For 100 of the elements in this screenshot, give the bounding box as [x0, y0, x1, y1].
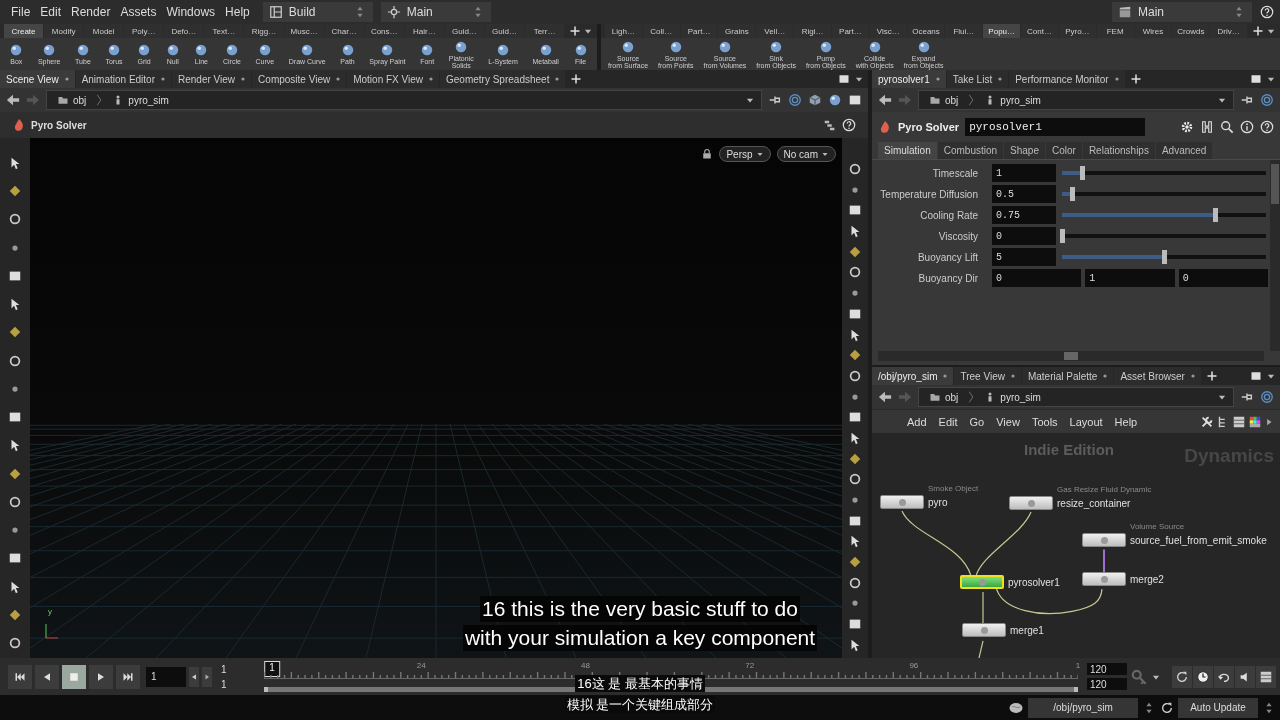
- path-crumb[interactable]: obj: [53, 94, 91, 106]
- caret-icon[interactable]: [821, 150, 829, 158]
- network-node[interactable]: [1082, 533, 1126, 547]
- circle-icon[interactable]: [848, 265, 862, 280]
- circle-icon[interactable]: [848, 575, 862, 590]
- timeline-tool-button[interactable]: [1256, 665, 1276, 688]
- desktop-selector[interactable]: Main: [1112, 2, 1252, 22]
- menu-item[interactable]: Layout: [1064, 415, 1108, 428]
- scrollbar[interactable]: [878, 351, 1264, 361]
- shelf-tab[interactable]: Oceans: [907, 24, 945, 38]
- color-grid-icon[interactable]: [1248, 414, 1262, 429]
- menu-item[interactable]: Render: [66, 5, 116, 19]
- menu-item[interactable]: Add: [902, 415, 932, 428]
- transport-button[interactable]: [62, 664, 86, 689]
- network-node[interactable]: [962, 623, 1006, 637]
- transport-button[interactable]: [8, 664, 32, 689]
- menu-item[interactable]: View: [991, 415, 1025, 428]
- menu-item[interactable]: Windows: [161, 5, 221, 19]
- pane-tab[interactable]: Scene View: [0, 70, 75, 88]
- scrollbar[interactable]: [1270, 160, 1280, 351]
- value-field[interactable]: 1: [992, 164, 1056, 182]
- range-start-field[interactable]: 1: [221, 678, 261, 690]
- transport-button[interactable]: [89, 664, 113, 689]
- target-icon[interactable]: [1260, 390, 1274, 404]
- wrench-icon[interactable]: [1200, 414, 1214, 429]
- path-crumb[interactable]: obj: [925, 94, 963, 106]
- transport-button[interactable]: [116, 664, 140, 689]
- network-path-field[interactable]: /obj/pyro_sim: [1028, 697, 1138, 718]
- desktop-selector[interactable]: Build: [262, 2, 373, 22]
- target-icon[interactable]: [788, 93, 802, 107]
- circle-icon[interactable]: [8, 494, 22, 509]
- parameter-tab[interactable]: Shape: [1004, 142, 1045, 159]
- shelf-tab[interactable]: Rigi…: [794, 24, 831, 38]
- square-icon[interactable]: [848, 93, 862, 107]
- circle-icon[interactable]: [848, 162, 862, 176]
- shelf-tab[interactable]: Cont…: [1021, 24, 1058, 38]
- parameter-tab[interactable]: Simulation: [878, 142, 937, 159]
- circle-icon[interactable]: [848, 368, 862, 383]
- parameter-tab[interactable]: Advanced: [1155, 142, 1213, 159]
- menu-item[interactable]: Edit: [35, 5, 67, 19]
- search-icon[interactable]: [1220, 120, 1234, 134]
- shelf-tab[interactable]: Coll…: [642, 24, 680, 38]
- transport-button[interactable]: [35, 664, 59, 689]
- value-field[interactable]: 0.5: [992, 185, 1056, 203]
- pane-tab[interactable]: Geometry Spreadsheet: [440, 70, 566, 88]
- shelf-tab[interactable]: Model: [84, 24, 124, 38]
- parameter-tab[interactable]: Relationships: [1082, 142, 1155, 159]
- path-field[interactable]: obj pyro_sim: [918, 387, 1234, 407]
- dropdown-dot-icon[interactable]: [935, 77, 940, 81]
- network-node[interactable]: [1082, 572, 1126, 586]
- maximize-icon[interactable]: [1250, 73, 1262, 85]
- menu-item[interactable]: Go: [964, 415, 990, 428]
- shelf-tab[interactable]: Text…: [204, 24, 244, 38]
- pane-tab[interactable]: Take List: [946, 70, 1009, 88]
- diamond-icon[interactable]: [8, 607, 22, 622]
- layout-icon[interactable]: [268, 5, 283, 19]
- value-field[interactable]: 0: [992, 227, 1056, 245]
- shelf-tab[interactable]: Rigg…: [244, 24, 284, 38]
- value-field[interactable]: 0: [992, 269, 1082, 287]
- diamond-icon[interactable]: [848, 348, 862, 363]
- add-tab-icon[interactable]: [570, 73, 583, 85]
- menu-item[interactable]: Tools: [1026, 415, 1063, 428]
- list-icon[interactable]: [1232, 414, 1246, 429]
- shelf-tab[interactable]: Terr…: [525, 24, 565, 38]
- refresh-icon[interactable]: [1160, 700, 1174, 715]
- help-icon[interactable]: [1260, 5, 1274, 19]
- timeline-tool-button[interactable]: [1193, 665, 1213, 688]
- shelf-tab[interactable]: Guid…: [444, 24, 484, 38]
- pane-tab[interactable]: /obj/pyro_sim: [872, 367, 954, 385]
- path-field[interactable]: obj pyro_sim: [918, 90, 1234, 110]
- pane-tab[interactable]: pyrosolver1: [872, 70, 946, 88]
- crosshair-icon[interactable]: [386, 5, 401, 19]
- menu-item[interactable]: File: [6, 5, 36, 19]
- help-icon[interactable]: [1260, 120, 1274, 134]
- pane-tab[interactable]: Render View: [172, 70, 252, 88]
- shelf-tab[interactable]: Grains: [718, 24, 756, 38]
- shelf-tab[interactable]: Ligh…: [605, 24, 642, 38]
- add-tab-icon[interactable]: [569, 25, 582, 37]
- dropdown-dot-icon[interactable]: [161, 77, 165, 81]
- cube-icon[interactable]: [808, 93, 822, 107]
- pane-tab[interactable]: Composite View: [252, 70, 347, 88]
- flame-icon[interactable]: [12, 118, 26, 132]
- back-arrow-icon[interactable]: [878, 390, 892, 404]
- add-tab-icon[interactable]: [1205, 370, 1218, 382]
- path-crumb[interactable]: pyro_sim: [980, 94, 1045, 106]
- shelf-tab[interactable]: Part…: [680, 24, 718, 38]
- dropdown-dot-icon[interactable]: [943, 374, 948, 378]
- value-field[interactable]: 1: [1085, 269, 1175, 287]
- dropdown-dot-icon[interactable]: [1190, 374, 1195, 378]
- pane-tab[interactable]: Material Palette: [1021, 367, 1114, 385]
- clapperboard-icon[interactable]: [1118, 5, 1132, 19]
- lock-icon[interactable]: [701, 148, 714, 160]
- shelf-tab[interactable]: Modify: [44, 24, 84, 38]
- help-icon[interactable]: [842, 118, 856, 132]
- timeline-tool-button[interactable]: [1214, 665, 1234, 688]
- diamond-icon[interactable]: [8, 325, 22, 340]
- shelf-tab[interactable]: Driv…: [1210, 24, 1248, 38]
- diamond-icon[interactable]: [8, 466, 22, 481]
- circle-icon[interactable]: [8, 353, 22, 368]
- diamond-icon[interactable]: [848, 451, 862, 466]
